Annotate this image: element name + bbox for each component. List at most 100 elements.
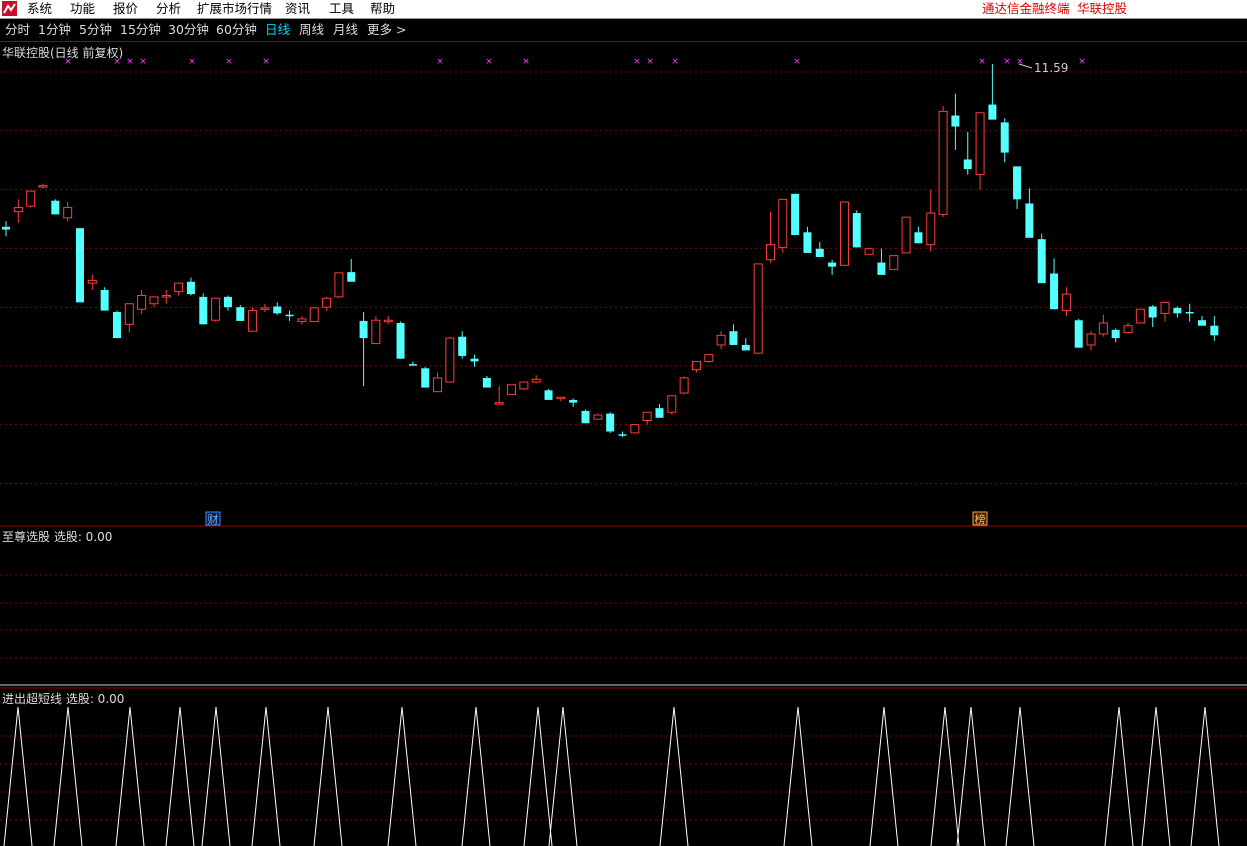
candle — [1025, 188, 1034, 238]
period-5min[interactable]: 5分钟 — [79, 19, 112, 41]
candle — [112, 310, 121, 339]
candle — [839, 201, 849, 266]
candle — [667, 395, 677, 416]
stock-name[interactable]: 华联控股 — [1077, 0, 1127, 18]
signal-marker: × — [126, 57, 134, 67]
period-more[interactable]: 更多 > — [367, 19, 406, 41]
signal-marker: × — [633, 57, 641, 67]
signal-peak — [1190, 706, 1220, 846]
signal-peak — [956, 706, 986, 846]
period-tick[interactable]: 分时 — [5, 19, 30, 41]
candle — [765, 211, 775, 263]
candle — [2, 221, 10, 237]
candle — [852, 210, 861, 248]
candle — [223, 295, 232, 311]
main-panel-grid — [0, 71, 1247, 485]
period-monthly[interactable]: 月线 — [333, 19, 358, 41]
candle — [877, 248, 886, 275]
period-bar: 分时 1分钟 5分钟 15分钟 30分钟 60分钟 日线 周线 月线 更多 > — [0, 19, 1247, 42]
candle — [174, 282, 184, 296]
signal-marker: × — [978, 57, 986, 67]
signal-peak — [869, 706, 899, 846]
candle — [1148, 305, 1157, 328]
candle — [642, 411, 652, 425]
candle — [1185, 303, 1194, 322]
candle — [791, 193, 800, 236]
signal-marker: × — [485, 57, 493, 67]
terminal-name: 通达信金融终端 — [982, 1, 1070, 16]
indicator2-lines — [3, 706, 1220, 846]
candle — [926, 189, 936, 252]
candle — [63, 202, 73, 222]
candle — [248, 307, 258, 332]
app-logo-icon — [2, 1, 17, 16]
menu-analysis[interactable]: 分析 — [156, 0, 181, 18]
signal-peak — [523, 706, 553, 846]
period-1min[interactable]: 1分钟 — [38, 19, 71, 41]
signal-marker: × — [1078, 57, 1086, 67]
indicator2-title: 进出超短线 选股: 0.00 — [2, 692, 125, 706]
badge-finance[interactable]: 财 — [205, 511, 221, 526]
menu-function[interactable]: 功能 — [70, 0, 95, 18]
candle — [963, 132, 972, 175]
candle — [1098, 314, 1108, 337]
signal-marker: × — [522, 57, 530, 67]
signal-markers: × × × × × × × × × × × × × × × × × × — [64, 57, 1086, 67]
signal-peak — [783, 706, 813, 846]
candle — [470, 354, 479, 367]
signal-peak — [1104, 706, 1134, 846]
signal-peak — [659, 706, 689, 846]
signal-peak — [115, 706, 145, 846]
candle — [691, 360, 701, 373]
candle — [531, 375, 541, 384]
candle — [618, 431, 627, 437]
candle — [729, 324, 738, 345]
candle — [51, 199, 60, 215]
candle — [211, 297, 221, 322]
signal-peak — [930, 706, 960, 846]
kline-chart[interactable]: × × × × × × × × × × × × × × × × × × 11.59 财 榜 — [0, 42, 1247, 846]
candle — [137, 289, 147, 315]
candle — [581, 409, 590, 424]
candle — [186, 277, 195, 296]
candle — [1013, 166, 1022, 209]
signal-marker: × — [188, 57, 196, 67]
menu-system[interactable]: 系统 — [27, 0, 52, 18]
candle — [507, 384, 517, 395]
candle — [285, 310, 294, 321]
period-15min[interactable]: 15分钟 — [120, 19, 161, 41]
menu-tools[interactable]: 工具 — [329, 0, 354, 18]
signal-marker: × — [139, 57, 147, 67]
period-daily[interactable]: 日线 — [265, 19, 290, 41]
candle — [371, 316, 381, 345]
menu-help[interactable]: 帮助 — [370, 0, 395, 18]
signal-marker: × — [671, 57, 679, 67]
menu-extended-market[interactable]: 扩展市场行情 — [197, 0, 272, 18]
period-30min[interactable]: 30分钟 — [168, 19, 209, 41]
candle — [679, 376, 689, 395]
period-60min[interactable]: 60分钟 — [216, 19, 257, 41]
candle — [273, 302, 282, 315]
signal-peak — [165, 706, 195, 846]
high-price-label: 11.59 — [1018, 61, 1068, 75]
candle — [1086, 331, 1096, 351]
signal-peak — [3, 706, 33, 846]
signal-peak — [313, 706, 343, 846]
period-weekly[interactable]: 周线 — [299, 19, 324, 41]
candle — [975, 112, 985, 190]
candle — [1061, 287, 1071, 317]
candle — [1037, 233, 1046, 284]
badge-ranking[interactable]: 榜 — [972, 511, 988, 526]
candle — [716, 331, 726, 350]
candle — [741, 338, 750, 351]
candle — [13, 199, 23, 223]
candle — [75, 228, 84, 303]
menu-quote[interactable]: 报价 — [113, 0, 138, 18]
signal-peak — [461, 706, 491, 846]
candle — [359, 311, 368, 387]
signal-peak — [1141, 706, 1171, 846]
candle — [260, 303, 270, 312]
candle — [199, 293, 208, 325]
candle — [606, 412, 615, 433]
menu-news[interactable]: 资讯 — [285, 0, 310, 18]
